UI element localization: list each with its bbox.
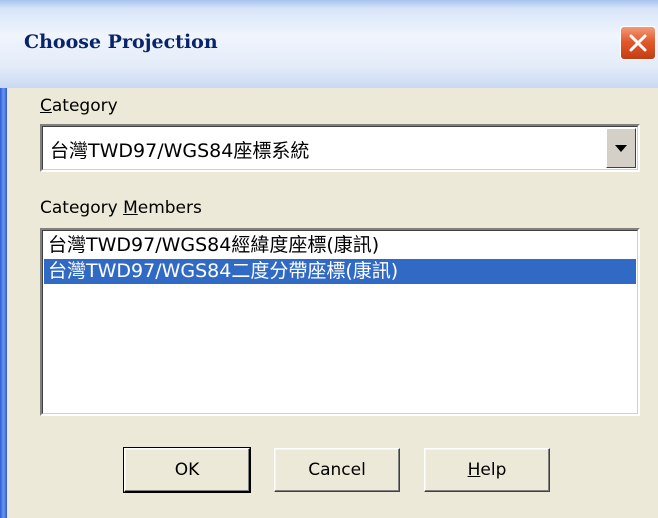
- close-button[interactable]: [620, 26, 656, 60]
- category-dropdown[interactable]: 台灣TWD97/WGS84座標系統: [40, 124, 640, 172]
- cancel-button[interactable]: Cancel: [274, 448, 400, 492]
- dropdown-arrow-button[interactable]: [606, 128, 636, 168]
- category-label: Category: [40, 96, 118, 116]
- window-frame-left: [0, 88, 7, 518]
- category-members-label: Category Members: [40, 198, 202, 218]
- category-members-listbox[interactable]: 台灣TWD97/WGS84經緯度座標(康訊) 台灣TWD97/WGS84二度分帶…: [40, 228, 640, 416]
- ok-button[interactable]: OK: [123, 447, 251, 493]
- list-item-selected[interactable]: 台灣TWD97/WGS84二度分帶座標(康訊): [44, 259, 636, 284]
- help-button[interactable]: Help: [424, 448, 550, 492]
- category-dropdown-value: 台灣TWD97/WGS84座標系統: [50, 140, 310, 162]
- title-bar[interactable]: Choose Projection: [0, 0, 658, 88]
- chevron-down-icon: [615, 145, 627, 152]
- list-item[interactable]: 台灣TWD97/WGS84經緯度座標(康訊): [44, 233, 636, 258]
- dialog-title: Choose Projection: [24, 31, 218, 53]
- close-icon: [629, 34, 647, 52]
